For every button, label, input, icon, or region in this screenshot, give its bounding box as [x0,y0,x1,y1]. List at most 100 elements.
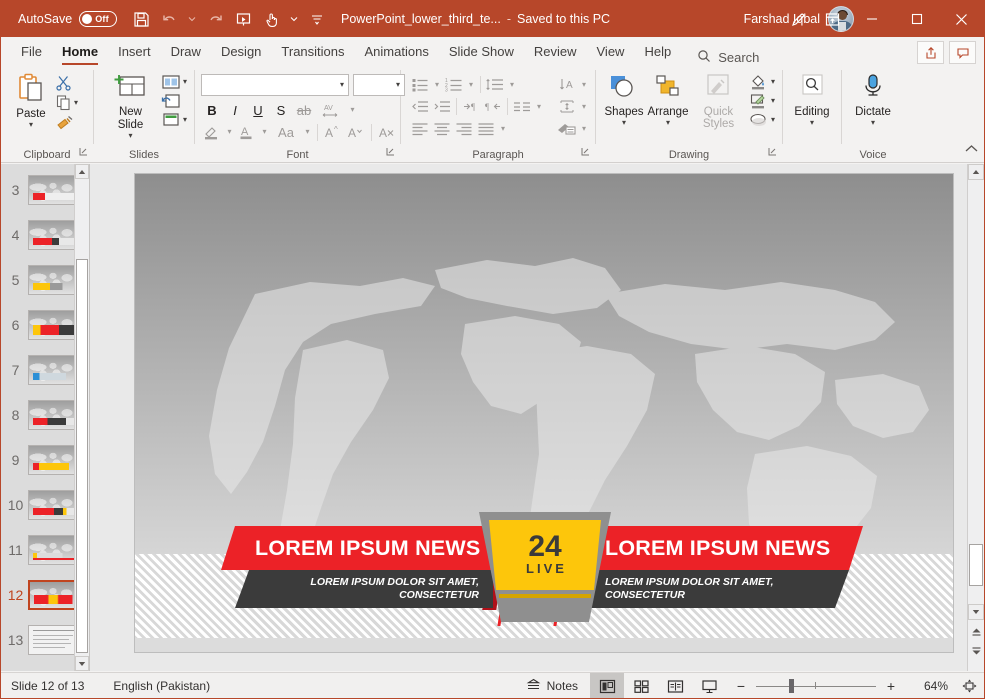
lower-third-graphic[interactable]: LOREM IPSUM NEWS LOREM IPSUM DOLOR SIT A… [135,512,953,636]
increase-indent-button[interactable] [431,96,453,117]
language-indicator[interactable]: English (Pakistan) [113,679,210,693]
line-spacing-dropdown-icon[interactable]: ▾ [510,80,514,89]
zoom-percentage[interactable]: 64% [906,679,948,693]
thumbnail-scrollbar-thumb[interactable] [76,259,88,653]
numbering-dropdown-icon[interactable]: ▾ [469,80,473,89]
dictate-button[interactable]: Dictate ▾ [851,71,895,129]
quick-styles-button[interactable]: Quick Styles [690,71,747,132]
align-left-button[interactable] [409,118,431,139]
bullets-button[interactable] [409,74,431,95]
search-box[interactable]: Search [697,49,759,66]
character-spacing-button[interactable]: AV [316,99,346,121]
arrange-dropdown-icon[interactable]: ▾ [666,119,670,127]
font-name-dropdown-icon[interactable]: ▾ [340,81,344,89]
align-right-button[interactable] [453,118,475,139]
clipboard-dialog-launcher[interactable] [79,143,88,161]
slide-show-button[interactable] [692,673,726,698]
autosave-toggle[interactable]: Off [79,11,118,27]
editor-scroll-up-button[interactable] [968,164,984,180]
editor-scroll-down-button[interactable] [968,604,984,620]
underline-button[interactable]: U [247,99,269,121]
paste-button[interactable]: Paste ▾ [9,71,53,131]
right-banner[interactable]: LOREM IPSUM NEWS LOREM IPSUM DOLOR SIT A… [553,524,863,626]
undo-dropdown-icon[interactable] [183,6,201,32]
reset-button[interactable] [159,92,189,110]
slide-thumbnail-pane[interactable]: 3 4 5 6 7 8 9 10 11 12 13 [1,164,90,671]
zoom-in-button[interactable]: + [882,678,900,694]
redo-icon[interactable] [201,6,229,32]
paste-dropdown-icon[interactable]: ▾ [29,121,33,129]
cut-button[interactable] [53,73,80,92]
font-size-dropdown-icon[interactable]: ▾ [396,81,400,89]
change-case-button[interactable]: Aa [271,121,301,143]
shape-fill-button[interactable]: ▾ [747,73,777,91]
align-center-button[interactable] [431,118,453,139]
tab-transitions[interactable]: Transitions [271,37,354,66]
rtl-text-button[interactable]: ¶ [482,96,504,117]
slide-canvas[interactable]: LOREM IPSUM NEWS LOREM IPSUM DOLOR SIT A… [135,174,953,652]
smartart-button[interactable] [556,118,578,139]
ink-pen-icon[interactable] [781,1,815,37]
font-color-dropdown-icon[interactable]: ▾ [262,128,266,136]
zoom-control[interactable]: − + 64% [726,678,984,694]
zoom-slider[interactable] [756,679,876,693]
tab-insert[interactable]: Insert [108,37,161,66]
bold-button[interactable]: B [201,99,223,121]
copy-button[interactable]: ▾ [53,93,80,112]
next-slide-button[interactable] [968,642,984,660]
slide-counter[interactable]: Slide 12 of 13 [11,679,84,693]
thumbnail-scroll-up-button[interactable] [75,164,89,179]
zoom-slider-handle[interactable] [789,679,794,693]
shape-effects-button[interactable]: ▾ [747,111,777,129]
layout-button[interactable]: ▾ [159,73,189,91]
shapes-dropdown-icon[interactable]: ▾ [622,119,626,127]
ribbon-display-options-icon[interactable] [815,1,849,37]
collapse-ribbon-button[interactable] [965,140,978,158]
new-slide-dropdown-icon[interactable]: ▾ [128,132,132,140]
dictate-dropdown-icon[interactable]: ▾ [871,119,875,127]
touch-mode-icon[interactable] [257,6,285,32]
left-banner[interactable]: LOREM IPSUM NEWS LOREM IPSUM DOLOR SIT A… [221,524,516,626]
font-dialog-launcher[interactable] [386,143,395,161]
align-text-dropdown-icon[interactable]: ▾ [582,102,586,111]
font-size-combo[interactable]: ▾ [353,74,405,96]
tab-animations[interactable]: Animations [355,37,439,66]
columns-button[interactable] [511,96,533,117]
comments-button[interactable] [949,41,976,64]
character-spacing-dropdown-icon[interactable]: ▾ [350,106,354,114]
document-title[interactable]: PowerPoint_lower_third_te... [341,12,501,26]
autosave-control[interactable]: AutoSave Off [18,11,118,27]
text-direction-dropdown-icon[interactable]: ▾ [582,80,586,89]
tab-design[interactable]: Design [211,37,271,66]
save-icon[interactable] [127,6,155,32]
decrease-indent-button[interactable] [409,96,431,117]
undo-icon[interactable] [155,6,183,32]
thumbnail-scroll-down-button[interactable] [75,656,89,671]
tab-view[interactable]: View [587,37,635,66]
numbering-button[interactable]: 123 [443,74,465,95]
editor-scrollbar[interactable] [967,164,984,671]
tab-review[interactable]: Review [524,37,587,66]
highlight-dropdown-icon[interactable]: ▾ [227,128,231,136]
change-case-dropdown-icon[interactable]: ▾ [305,128,309,136]
format-painter-button[interactable] [53,113,80,132]
increase-font-size-button[interactable]: A ^ [322,121,344,143]
slide-editor-pane[interactable]: LOREM IPSUM NEWS LOREM IPSUM DOLOR SIT A… [90,164,984,671]
section-button[interactable]: ▾ [159,111,189,129]
italic-button[interactable]: I [224,99,246,121]
start-presentation-icon[interactable] [229,6,257,32]
ltr-text-button[interactable]: ¶ [460,96,482,117]
align-text-button[interactable] [556,96,578,117]
shapes-button[interactable]: Shapes ▾ [602,71,646,129]
justify-button[interactable] [475,118,497,139]
drawing-dialog-launcher[interactable] [768,143,777,161]
arrange-button[interactable]: Arrange ▾ [646,71,690,129]
editing-button[interactable]: Editing ▾ [790,71,834,129]
live-badge[interactable]: 24 LIVE [479,512,611,636]
previous-slide-button[interactable] [968,622,984,640]
shape-fill-dropdown-icon[interactable]: ▾ [771,78,775,86]
editor-scrollbar-thumb[interactable] [969,544,983,586]
new-slide-button[interactable]: New Slide ▾ [102,71,159,142]
copy-dropdown-icon[interactable]: ▾ [74,98,78,107]
columns-dropdown-icon[interactable]: ▾ [537,102,541,111]
